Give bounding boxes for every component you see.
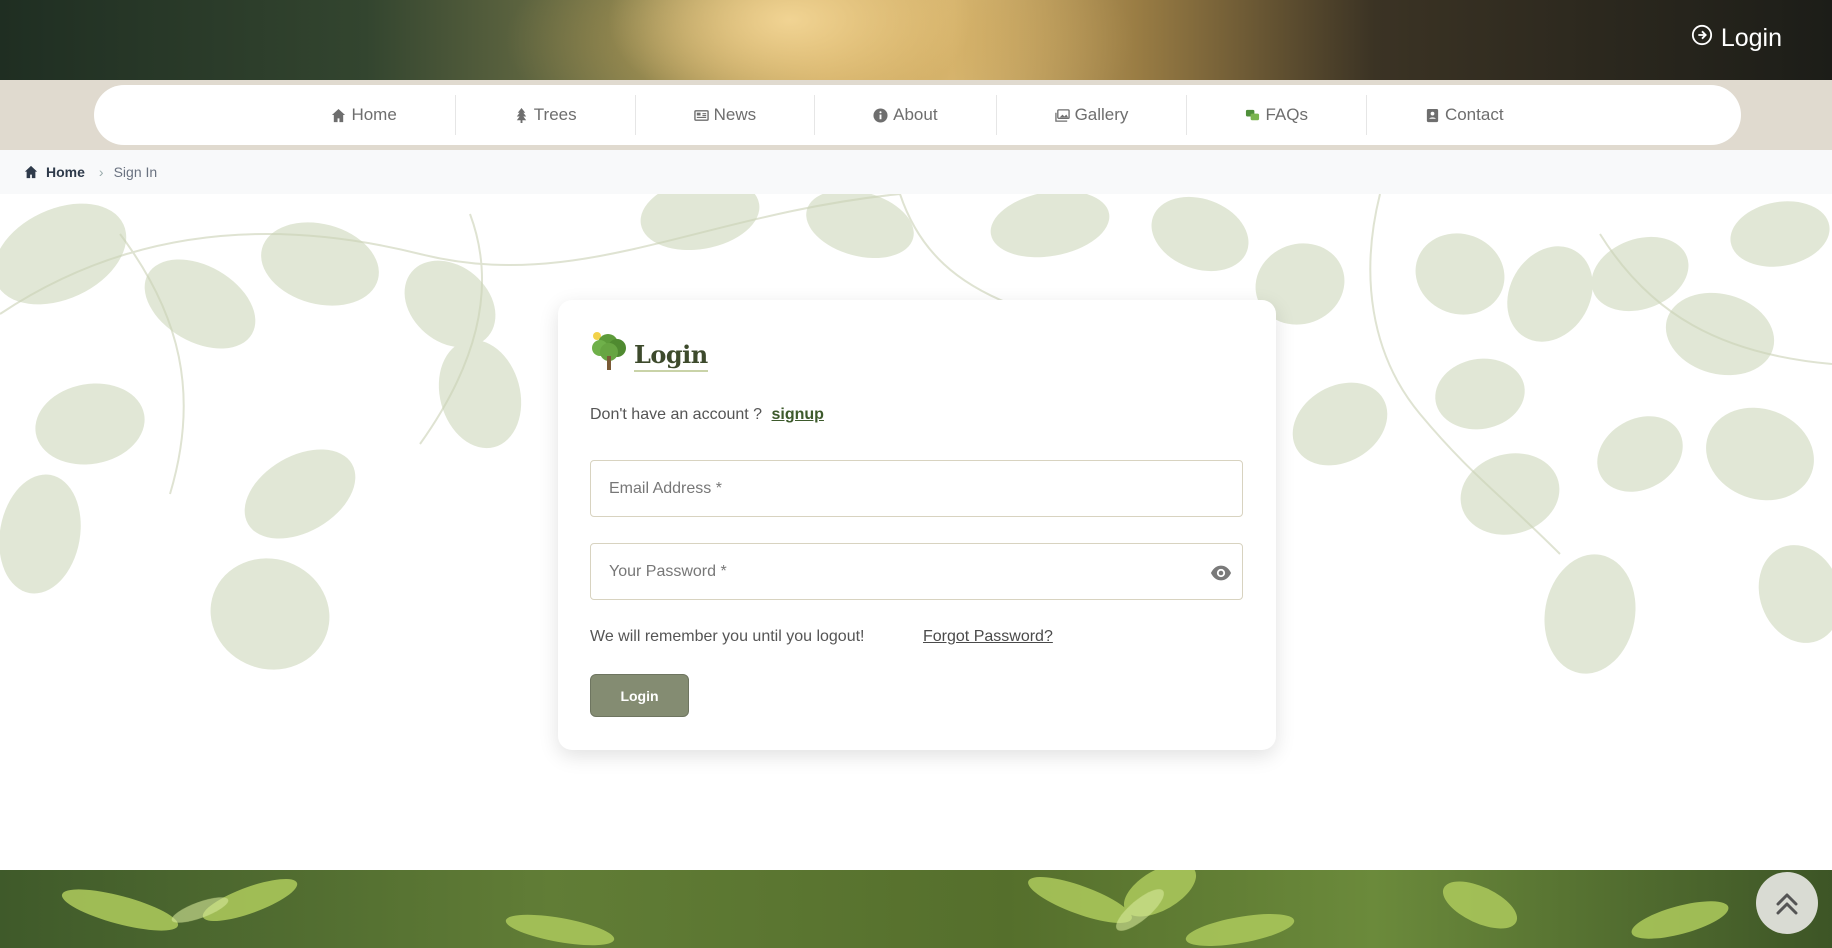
info-circle-icon — [873, 107, 888, 123]
breadcrumb: Home › Sign In — [0, 150, 1832, 194]
nav-item-contact[interactable]: Contact — [1425, 95, 1504, 135]
nav-item-label: Contact — [1444, 105, 1504, 124]
login-card: Login Don't have an account ? signup We … — [558, 300, 1276, 750]
home-icon — [332, 108, 346, 122]
nav-item-label: FAQs — [1265, 105, 1308, 124]
tree-logo-icon — [592, 332, 626, 370]
nav-item-about[interactable]: About — [873, 95, 938, 135]
nav-item-faqs[interactable]: FAQs — [1245, 95, 1308, 135]
nav-item-label: Gallery — [1074, 105, 1129, 124]
nav-separator — [1365, 95, 1367, 135]
header-banner: Login — [0, 0, 1832, 80]
sign-in-icon — [1691, 24, 1713, 53]
nav-separator — [634, 95, 636, 135]
breadcrumb-home-link[interactable]: Home — [24, 164, 85, 180]
header-login-label: Login — [1720, 24, 1782, 52]
nav-item-home[interactable]: Home — [331, 95, 397, 135]
nav-item-gallery[interactable]: Gallery — [1054, 95, 1129, 135]
email-input[interactable] — [591, 461, 1242, 516]
footer-banner — [0, 870, 1832, 948]
tree-icon — [516, 107, 526, 123]
nav-separator — [1186, 95, 1188, 135]
password-field — [590, 543, 1243, 600]
signup-prompt: Don't have an account ? signup — [590, 406, 824, 424]
newspaper-icon — [693, 109, 709, 121]
nav-separator — [995, 95, 997, 135]
nav-item-label: Home — [351, 105, 397, 124]
eye-icon[interactable] — [1210, 562, 1232, 584]
breadcrumb-home-label: Home — [46, 164, 85, 180]
nav-item-trees[interactable]: Trees — [514, 95, 577, 135]
scroll-to-top-button[interactable] — [1756, 872, 1818, 934]
password-input[interactable] — [591, 544, 1242, 599]
chevron-right-icon: › — [98, 164, 104, 180]
email-field — [590, 460, 1243, 517]
forgot-password-link[interactable]: Forgot Password? — [923, 628, 1053, 646]
home-icon — [24, 165, 38, 179]
no-account-text: Don't have an account ? — [590, 406, 763, 423]
nav-separator — [454, 95, 456, 135]
header-login-link[interactable]: Login — [1691, 24, 1782, 53]
images-icon — [1054, 108, 1070, 122]
nav-strip: Home Trees News About Gallery FAQs Conta… — [0, 80, 1832, 150]
login-button[interactable]: Login — [590, 674, 689, 717]
double-chevron-up-icon — [1776, 893, 1798, 915]
nav-item-news[interactable]: News — [693, 95, 757, 135]
footer-leaves — [61, 870, 1729, 946]
card-title-text: Login — [634, 340, 708, 372]
remember-text: We will remember you until you logout! — [590, 628, 865, 645]
address-book-icon — [1426, 108, 1439, 122]
nav-item-label: Trees — [533, 105, 577, 124]
nav-item-label: About — [893, 105, 938, 124]
main-nav: Home Trees News About Gallery FAQs Conta… — [94, 85, 1741, 145]
comments-icon — [1246, 109, 1260, 120]
card-title: Login — [590, 328, 708, 372]
nav-item-label: News — [713, 105, 757, 124]
nav-separator — [814, 95, 816, 135]
breadcrumb-current: Sign In — [113, 164, 158, 180]
signup-link[interactable]: signup — [772, 406, 824, 423]
